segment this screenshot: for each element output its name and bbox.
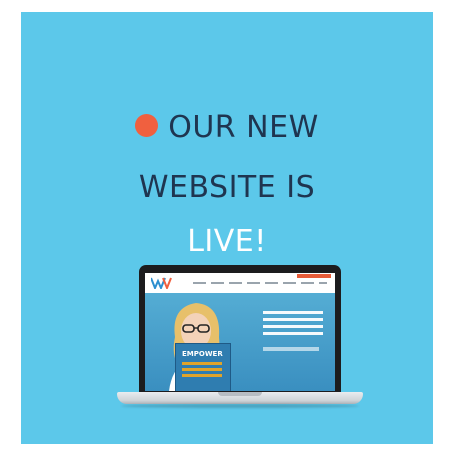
website-hero-text [263,311,323,335]
laptop-screen: EMPOWER [145,273,335,391]
book-subtitle-lines [182,362,222,380]
laptop-screen-bezel: EMPOWER [139,265,341,393]
book-cover: EMPOWER [175,343,231,391]
announcement-card: OUR NEW WEBSITE IS LIVE! EMPOWER [21,12,433,444]
website-logo-icon [151,277,173,289]
website-hero-subtext [263,347,319,351]
website-nav-links [193,282,327,284]
book-title: EMPOWER [182,350,223,358]
laptop-illustration: EMPOWER [21,12,433,444]
website-nav-cta [297,274,331,278]
website-nav-bar [145,273,335,293]
laptop-notch [218,392,262,396]
laptop-shadow [121,404,359,408]
